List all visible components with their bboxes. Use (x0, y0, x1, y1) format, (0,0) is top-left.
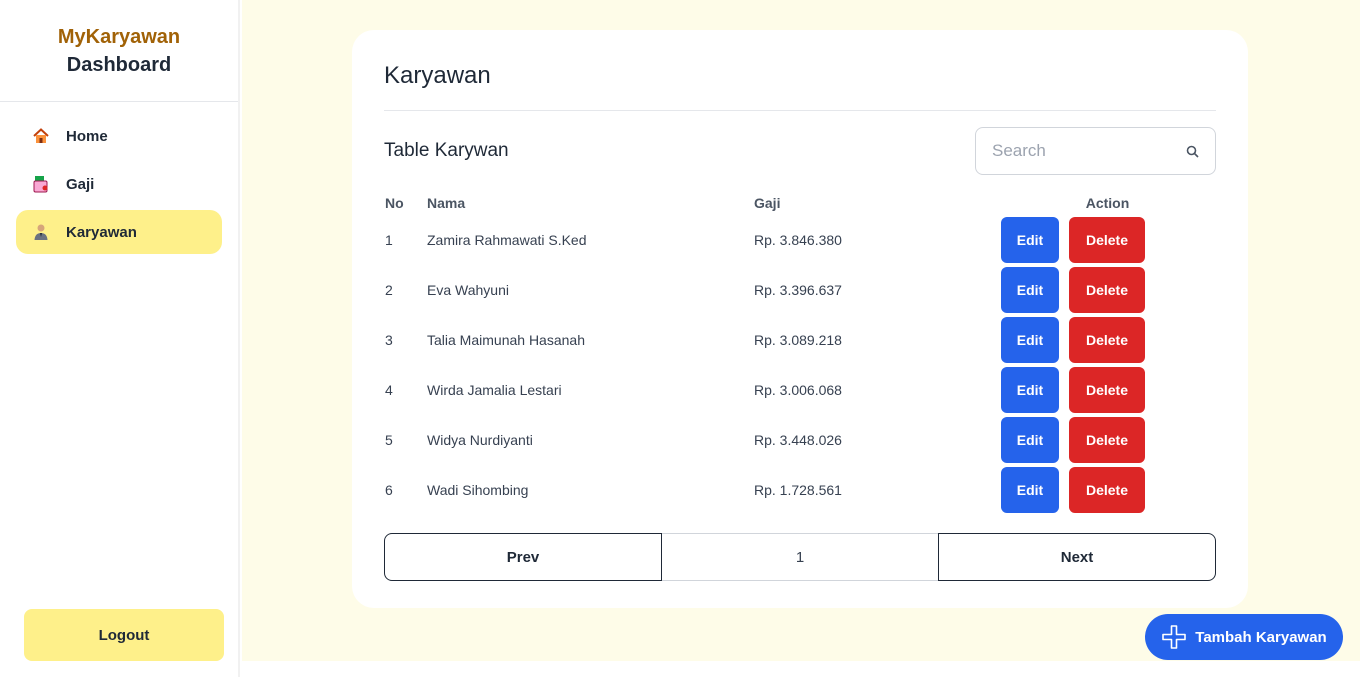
column-header-gaji: Gaji (754, 195, 781, 211)
edit-button[interactable]: Edit (1001, 417, 1059, 463)
search-icon[interactable] (1186, 145, 1199, 158)
sidebar-nav: Home Gaji Karyawan (0, 102, 238, 270)
cell-actions: Edit Delete (999, 465, 1216, 515)
table-row: 6 Wadi Sihombing Rp. 1.728.561 Edit Dele… (384, 465, 1216, 515)
sidebar-item-karyawan[interactable]: Karyawan (16, 210, 222, 254)
cell-actions: Edit Delete (999, 415, 1216, 465)
delete-button[interactable]: Delete (1069, 467, 1145, 513)
cell-actions: Edit Delete (999, 315, 1216, 365)
prev-page-button[interactable]: Prev (384, 533, 662, 581)
delete-button[interactable]: Delete (1069, 417, 1145, 463)
cell-gaji: Rp. 3.006.068 (754, 382, 842, 398)
brand-name: MyKaryawan (57, 26, 181, 48)
edit-button[interactable]: Edit (1001, 467, 1059, 513)
cell-no: 1 (385, 232, 393, 248)
plus-icon (1162, 625, 1187, 649)
search-input[interactable]: Search (975, 127, 1216, 175)
column-header-no: No (385, 195, 404, 211)
page-title: Karyawan (384, 62, 1216, 111)
cell-nama: Wadi Sihombing (427, 482, 529, 498)
delete-button[interactable]: Delete (1069, 367, 1145, 413)
cell-actions: Edit Delete (999, 215, 1216, 265)
column-header-action: Action (1085, 195, 1130, 211)
sidebar-item-label: Gaji (66, 175, 95, 193)
home-icon (33, 128, 49, 143)
cell-nama: Talia Maimunah Hasanah (427, 332, 585, 348)
wallet-icon (33, 176, 48, 193)
delete-button[interactable]: Delete (1069, 317, 1145, 363)
edit-button[interactable]: Edit (1001, 317, 1059, 363)
cell-nama: Eva Wahyuni (427, 282, 509, 298)
cell-no: 4 (385, 382, 393, 398)
search-placeholder: Search (992, 141, 1046, 160)
cell-gaji: Rp. 3.448.026 (754, 432, 842, 448)
table-header-row: No Nama Gaji Action (384, 191, 1216, 215)
add-employee-label: Tambah Karyawan (1195, 628, 1327, 646)
cell-actions: Edit Delete (999, 265, 1216, 315)
sidebar-item-label: Karyawan (66, 223, 137, 241)
add-employee-button[interactable]: Tambah Karyawan (1145, 614, 1343, 660)
employee-card: Karyawan Table Karywan Search No Nama Ga… (352, 30, 1248, 608)
next-page-button[interactable]: Next (938, 533, 1216, 581)
sidebar-item-gaji[interactable]: Gaji (16, 162, 222, 206)
cell-gaji: Rp. 1.728.561 (754, 482, 842, 498)
cell-no: 3 (385, 332, 393, 348)
edit-button[interactable]: Edit (1001, 217, 1059, 263)
cell-no: 6 (385, 482, 393, 498)
cell-no: 5 (385, 432, 393, 448)
column-header-nama: Nama (427, 195, 466, 211)
brand: MyKaryawan Dashboard (0, 0, 238, 102)
cell-nama: Wirda Jamalia Lestari (427, 382, 562, 398)
employee-icon (34, 224, 48, 240)
table-row: 2 Eva Wahyuni Rp. 3.396.637 Edit Delete (384, 265, 1216, 315)
sidebar-item-home[interactable]: Home (16, 114, 222, 158)
cell-actions: Edit Delete (999, 365, 1216, 415)
edit-button[interactable]: Edit (1001, 267, 1059, 313)
brand-subtitle: Dashboard (66, 54, 172, 76)
cell-no: 2 (385, 282, 393, 298)
sidebar: MyKaryawan Dashboard Home Gaji Karyawan … (0, 0, 240, 677)
current-page: 1 (662, 533, 938, 581)
table-row: 4 Wirda Jamalia Lestari Rp. 3.006.068 Ed… (384, 365, 1216, 415)
logout-button[interactable]: Logout (24, 609, 224, 661)
table-header-bar: Table Karywan Search (384, 127, 1216, 175)
cell-gaji: Rp. 3.089.218 (754, 332, 842, 348)
main-area: Karyawan Table Karywan Search No Nama Ga… (242, 0, 1360, 661)
cell-gaji: Rp. 3.846.380 (754, 232, 842, 248)
pagination: Prev 1 Next (384, 533, 1216, 581)
edit-button[interactable]: Edit (1001, 367, 1059, 413)
table-row: 1 Zamira Rahmawati S.Ked Rp. 3.846.380 E… (384, 215, 1216, 265)
table-row: 5 Widya Nurdiyanti Rp. 3.448.026 Edit De… (384, 415, 1216, 465)
employee-table: No Nama Gaji Action 1 Zamira Rahmawati S… (384, 191, 1216, 515)
table-title: Table Karywan (384, 140, 509, 161)
cell-nama: Widya Nurdiyanti (427, 432, 533, 448)
cell-gaji: Rp. 3.396.637 (754, 282, 842, 298)
sidebar-item-label: Home (66, 127, 108, 145)
cell-nama: Zamira Rahmawati S.Ked (427, 232, 587, 248)
delete-button[interactable]: Delete (1069, 267, 1145, 313)
delete-button[interactable]: Delete (1069, 217, 1145, 263)
table-row: 3 Talia Maimunah Hasanah Rp. 3.089.218 E… (384, 315, 1216, 365)
